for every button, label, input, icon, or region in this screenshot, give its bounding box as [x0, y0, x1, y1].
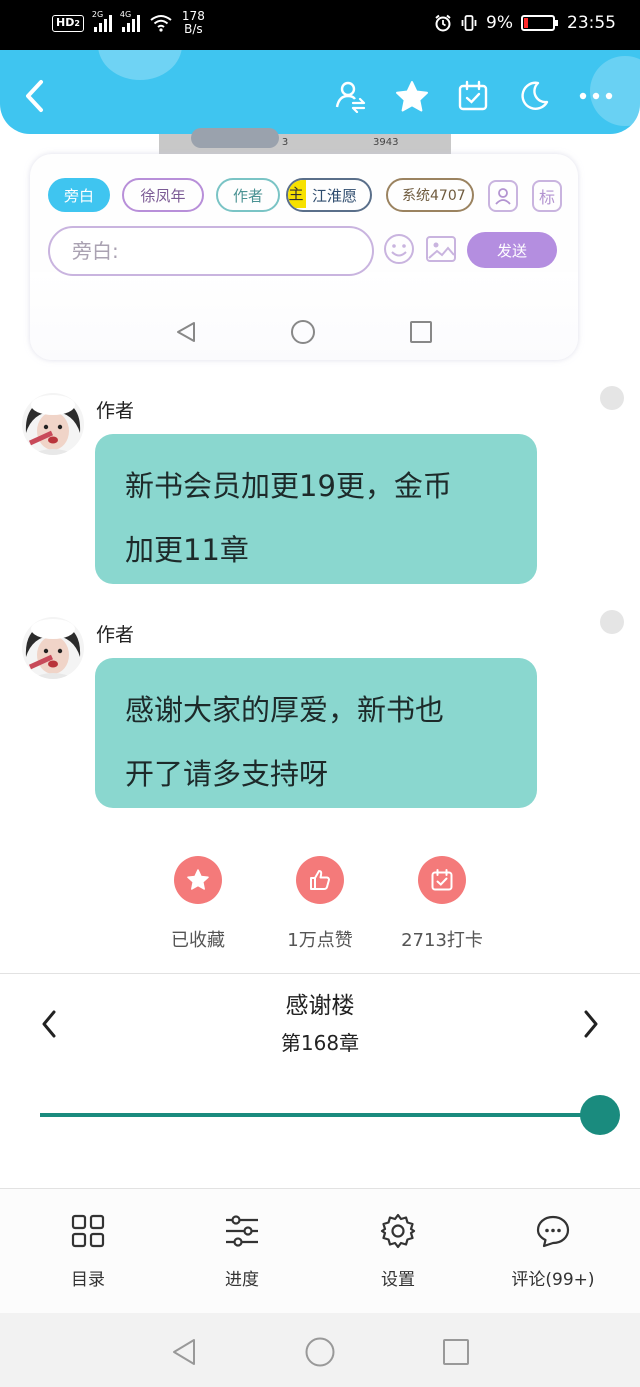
nav-recents-icon[interactable] [442, 1338, 470, 1366]
next-chapter-button[interactable] [573, 1006, 609, 1042]
underlying-screenshot-peek: 3 3943 [159, 128, 451, 154]
chapter-number: 第168章 [280, 1031, 360, 1055]
composer-nav-bar [30, 314, 578, 348]
signal-icon: 2G [92, 10, 112, 32]
person-card-icon [495, 188, 511, 205]
role-chip-system[interactable]: 系统4707 [386, 178, 474, 212]
checkin-action[interactable]: 2713打卡 [382, 856, 502, 952]
avatar-image [22, 393, 84, 455]
calendar-check-icon [418, 856, 466, 904]
mark-button[interactable]: 标 [532, 180, 562, 212]
progress-label: 进度 [225, 1270, 259, 1290]
role-chip-xu-fengnian[interactable]: 徐凤年 [122, 178, 204, 212]
message-composer: 旁白 徐凤年 作者 主 江淮愿 系统4707 标 发送 [30, 154, 578, 360]
back-chevron-icon [26, 80, 43, 112]
collect-label: 已收藏 [171, 930, 225, 951]
star-icon [396, 81, 428, 112]
message-bubble[interactable]: 新书会员加更19更，金币 加更11章 [95, 434, 537, 584]
message-line: 感谢大家的厚爱，新书也 [125, 693, 445, 727]
avatar[interactable] [22, 617, 84, 679]
battery-icon [521, 15, 558, 31]
moon-icon [521, 81, 549, 110]
top-app-bar [0, 50, 640, 134]
progress-button[interactable]: 进度 [167, 1211, 317, 1290]
chat-message: 作者 新书会员加更19更，金币 加更11章 [0, 386, 640, 592]
chat-message: 作者 感谢大家的厚爱，新书也 开了请多支持呀 [0, 610, 640, 816]
send-button[interactable]: 发送 [467, 232, 557, 268]
sender-name: 作者 [96, 624, 135, 646]
toc-button[interactable]: 目录 [13, 1211, 163, 1290]
message-line: 加更11章 [125, 533, 249, 567]
chat-bubble-icon [478, 1211, 628, 1251]
toc-label: 目录 [71, 1270, 105, 1290]
message-line: 开了请多支持呀 [125, 757, 329, 791]
sliders-icon [167, 1211, 317, 1251]
network-speed: 178 B/s [181, 9, 205, 36]
collect-action[interactable]: 已收藏 [138, 856, 258, 952]
clock: 23:55 [567, 13, 616, 33]
nav-recents-icon[interactable] [409, 320, 433, 344]
nav-back-icon[interactable] [174, 320, 198, 344]
alarm-icon [435, 14, 451, 32]
chapter-progress-slider[interactable] [40, 1113, 600, 1117]
sender-name: 作者 [96, 400, 135, 422]
role-chip-jiang-huaiyuan[interactable]: 主 江淮愿 [286, 178, 372, 212]
nav-back-icon[interactable] [170, 1337, 198, 1367]
grid-icon [13, 1211, 163, 1251]
host-tag: 主 [288, 180, 306, 208]
role-chip-narration[interactable]: 旁白 [48, 178, 110, 212]
more-button[interactable] [576, 76, 616, 116]
select-dot[interactable] [600, 386, 624, 410]
signal-icon: 4G [120, 10, 140, 32]
favorite-button[interactable] [392, 76, 432, 116]
battery-percent: 9% [486, 13, 513, 33]
slider-thumb[interactable] [580, 1095, 620, 1135]
image-button[interactable] [424, 232, 458, 266]
status-bar: HD2 2G 4G 178 B/s 9% 23:55 [0, 0, 640, 50]
gear-icon [323, 1211, 473, 1251]
chapter-title: 感谢楼 [285, 993, 355, 1019]
role-manage-button[interactable] [488, 180, 518, 212]
checkin-count: 2713打卡 [401, 930, 483, 951]
like-count: 1万点赞 [287, 930, 353, 951]
message-input[interactable] [48, 226, 374, 276]
avatar-image [22, 617, 84, 679]
night-mode-button[interactable] [514, 76, 554, 116]
avatar[interactable] [22, 393, 84, 455]
image-icon [426, 236, 456, 262]
nav-home-icon[interactable] [290, 319, 316, 345]
back-button[interactable] [14, 76, 54, 116]
divider [0, 973, 640, 974]
chevron-right-icon [584, 1010, 598, 1038]
wifi-icon [150, 15, 172, 32]
like-action[interactable]: 1万点赞 [260, 856, 380, 952]
select-dot[interactable] [600, 610, 624, 634]
system-nav-bar [0, 1313, 640, 1387]
comments-button[interactable]: 评论(99+) [478, 1211, 628, 1290]
switch-role-button[interactable] [330, 76, 370, 116]
emoji-icon [384, 234, 414, 264]
more-icon [579, 92, 613, 100]
star-icon [174, 856, 222, 904]
emoji-button[interactable] [382, 232, 416, 266]
bottom-toolbar: 目录 进度 设置 评论(99+) [0, 1189, 640, 1313]
thumbs-up-icon [296, 856, 344, 904]
user-swap-icon [335, 81, 366, 113]
comments-label: 评论(99+) [511, 1270, 595, 1290]
vibrate-icon [461, 15, 477, 31]
message-line: 新书会员加更19更，金币 [125, 469, 452, 503]
message-bubble[interactable]: 感谢大家的厚爱，新书也 开了请多支持呀 [95, 658, 537, 808]
hd-indicator: HD2 [52, 14, 84, 32]
calendar-check-icon [458, 80, 488, 111]
nav-home-icon[interactable] [304, 1336, 336, 1368]
settings-label: 设置 [381, 1270, 415, 1290]
checkin-button[interactable] [453, 76, 493, 116]
role-chip-author[interactable]: 作者 [216, 178, 280, 212]
settings-button[interactable]: 设置 [323, 1211, 473, 1290]
